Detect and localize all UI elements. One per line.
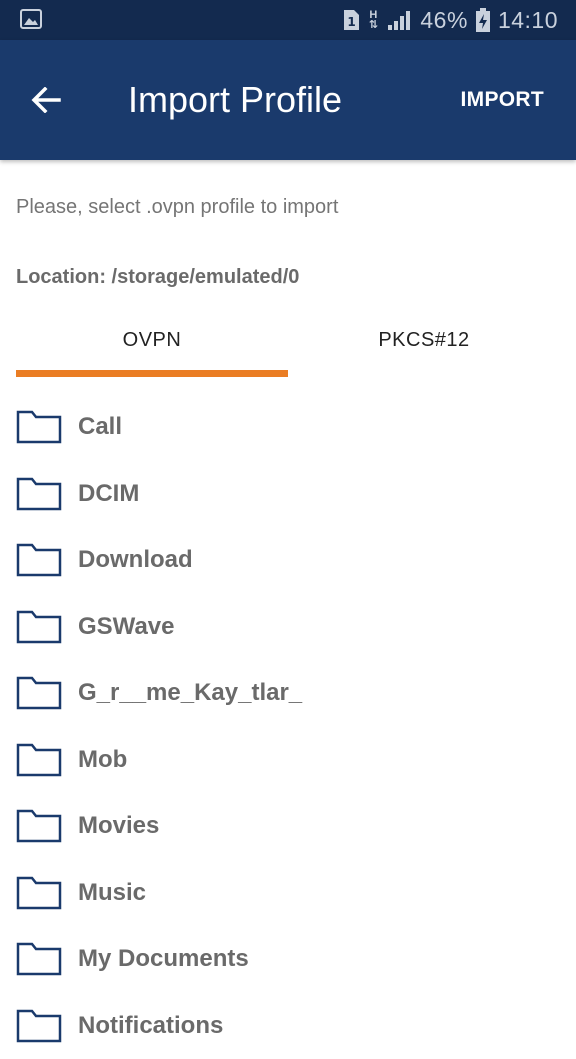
battery-charging-icon xyxy=(476,8,490,32)
back-button[interactable] xyxy=(22,76,70,124)
folder-list: Call DCIM Download GSWave G_r__me_Kay_tl… xyxy=(0,394,576,1059)
list-item[interactable]: Call xyxy=(0,394,576,461)
battery-percent: 46% xyxy=(420,7,468,34)
instruction-text: Please, select .ovpn profile to import xyxy=(16,196,338,219)
folder-icon xyxy=(16,676,62,710)
svg-text:1: 1 xyxy=(348,15,356,29)
list-item[interactable]: Notifications xyxy=(0,993,576,1059)
image-notification-icon xyxy=(20,9,42,29)
folder-name: Download xyxy=(78,546,193,574)
folder-name: GSWave xyxy=(78,613,174,641)
network-type-indicator: H ⇅ xyxy=(368,10,378,30)
folder-icon xyxy=(16,1009,62,1043)
folder-name: Movies xyxy=(78,812,159,840)
folder-icon xyxy=(16,410,62,444)
arrow-back-icon xyxy=(31,87,61,113)
folder-name: G_r__me_Kay_tlar_ xyxy=(78,679,302,707)
folder-name: My Documents xyxy=(78,945,249,973)
file-type-tabs: OVPN PKCS#12 xyxy=(16,318,560,380)
import-button[interactable]: IMPORT xyxy=(461,76,544,124)
page-title: Import Profile xyxy=(128,76,342,124)
folder-icon xyxy=(16,743,62,777)
status-bar: 1 H ⇅ 46% 14:10 xyxy=(0,0,576,40)
folder-icon xyxy=(16,876,62,910)
tab-pkcs12[interactable]: PKCS#12 xyxy=(288,318,560,374)
list-item[interactable]: Download xyxy=(0,527,576,594)
tab-selected-indicator xyxy=(16,370,288,377)
sim-card-icon: 1 xyxy=(342,9,360,31)
location-path: Location: /storage/emulated/0 xyxy=(16,266,299,289)
app-bar: Import Profile IMPORT xyxy=(0,40,576,160)
folder-name: Music xyxy=(78,879,146,907)
signal-strength-icon xyxy=(386,9,412,31)
folder-icon xyxy=(16,942,62,976)
folder-name: Call xyxy=(78,413,122,441)
clock: 14:10 xyxy=(498,7,558,34)
folder-icon xyxy=(16,610,62,644)
list-item[interactable]: Mob xyxy=(0,727,576,794)
folder-name: Notifications xyxy=(78,1012,223,1040)
status-bar-right: 1 H ⇅ 46% 14:10 xyxy=(342,0,558,40)
list-item[interactable]: My Documents xyxy=(0,926,576,993)
folder-name: DCIM xyxy=(78,480,139,508)
folder-icon xyxy=(16,543,62,577)
folder-icon xyxy=(16,477,62,511)
folder-name: Mob xyxy=(78,746,127,774)
folder-icon xyxy=(16,809,62,843)
tab-ovpn[interactable]: OVPN xyxy=(16,318,288,374)
list-item[interactable]: DCIM xyxy=(0,461,576,528)
list-item[interactable]: GSWave xyxy=(0,594,576,661)
list-item[interactable]: Music xyxy=(0,860,576,927)
list-item[interactable]: G_r__me_Kay_tlar_ xyxy=(0,660,576,727)
list-item[interactable]: Movies xyxy=(0,793,576,860)
